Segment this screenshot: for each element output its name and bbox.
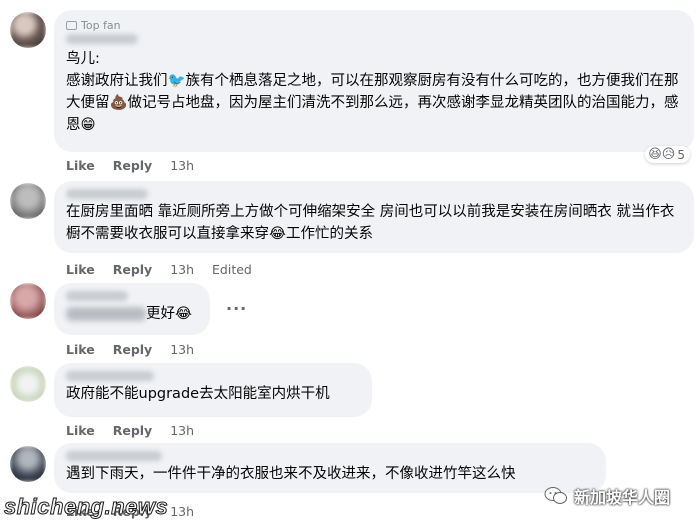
avatar[interactable] bbox=[10, 183, 46, 219]
blurred-text bbox=[66, 307, 146, 321]
watermark-shicheng-news: shicheng.news bbox=[3, 494, 169, 520]
reaction-count: 5 bbox=[677, 147, 685, 162]
comment-text: 鸟儿: 感谢政府让我们🐦族有个栖息落足之地，可以在那观察厨房有没有什么可吃的，也… bbox=[66, 51, 679, 133]
commenter-name[interactable] bbox=[66, 451, 162, 461]
timestamp[interactable]: 13h bbox=[170, 158, 194, 173]
top-fan-icon bbox=[66, 20, 77, 30]
edited-label[interactable]: Edited bbox=[212, 262, 252, 277]
wechat-icon bbox=[544, 487, 567, 504]
avatar[interactable] bbox=[10, 12, 46, 48]
comment-actions: Like Reply 13h bbox=[66, 157, 194, 173]
top-fan-badge: Top fan bbox=[66, 18, 682, 32]
comment-bubble: 政府能不能upgrade去太阳能室内烘干机 bbox=[54, 363, 372, 417]
like-button[interactable]: Like bbox=[66, 158, 95, 173]
watermark-wechat-account: 新加坡华人圈 bbox=[544, 484, 670, 508]
like-button[interactable]: Like bbox=[66, 342, 95, 357]
comment-text: 政府能不能upgrade去太阳能室内烘干机 bbox=[66, 386, 330, 402]
timestamp[interactable]: 13h bbox=[170, 423, 194, 438]
comment-bubble: 遇到下雨天，一件件干净的衣服也来不及收进来，不像收进竹竿这么快 bbox=[54, 443, 606, 493]
timestamp[interactable]: 13h bbox=[170, 262, 194, 277]
like-button[interactable]: Like bbox=[66, 423, 95, 438]
reply-button[interactable]: Reply bbox=[113, 262, 152, 277]
comment-bubble: 更好😂 bbox=[54, 283, 210, 335]
more-options-icon[interactable]: ··· bbox=[226, 299, 247, 318]
comment-text: 遇到下雨天，一件件干净的衣服也来不及收进来，不像收进竹竿这么快 bbox=[66, 466, 516, 482]
like-button[interactable]: Like bbox=[66, 262, 95, 277]
comment-actions: Like Reply 13h bbox=[66, 341, 194, 357]
commenter-name[interactable] bbox=[66, 34, 138, 44]
comment-text: 在厨房里面晒 靠近厕所旁上方做个可伸缩架安全 房间也可以以前我是安装在房间晒衣 … bbox=[66, 204, 675, 242]
comment-actions: Like Reply 13h bbox=[66, 422, 194, 438]
haha-sad-reaction-icons: 😆😥 bbox=[648, 147, 676, 162]
reaction-summary[interactable]: 😆😥 5 bbox=[645, 146, 690, 163]
comment-bubble: Top fan 鸟儿: 感谢政府让我们🐦族有个栖息落足之地，可以在那观察厨房有没… bbox=[54, 10, 694, 152]
comment-actions: Like Reply 13h Edited bbox=[66, 261, 252, 277]
commenter-name[interactable] bbox=[66, 371, 154, 381]
reply-button[interactable]: Reply bbox=[113, 342, 152, 357]
timestamp[interactable]: 13h bbox=[170, 504, 194, 519]
timestamp[interactable]: 13h bbox=[170, 342, 194, 357]
avatar[interactable] bbox=[10, 283, 46, 319]
reply-button[interactable]: Reply bbox=[113, 423, 152, 438]
reply-button[interactable]: Reply bbox=[113, 158, 152, 173]
comment-text: 更好😂 bbox=[66, 303, 198, 325]
comment-bubble: 在厨房里面晒 靠近厕所旁上方做个可伸缩架安全 房间也可以以前我是安装在房间晒衣 … bbox=[54, 181, 694, 253]
commenter-name[interactable] bbox=[66, 291, 128, 301]
avatar[interactable] bbox=[10, 366, 46, 402]
commenter-name[interactable] bbox=[66, 189, 148, 199]
avatar[interactable] bbox=[10, 446, 46, 482]
